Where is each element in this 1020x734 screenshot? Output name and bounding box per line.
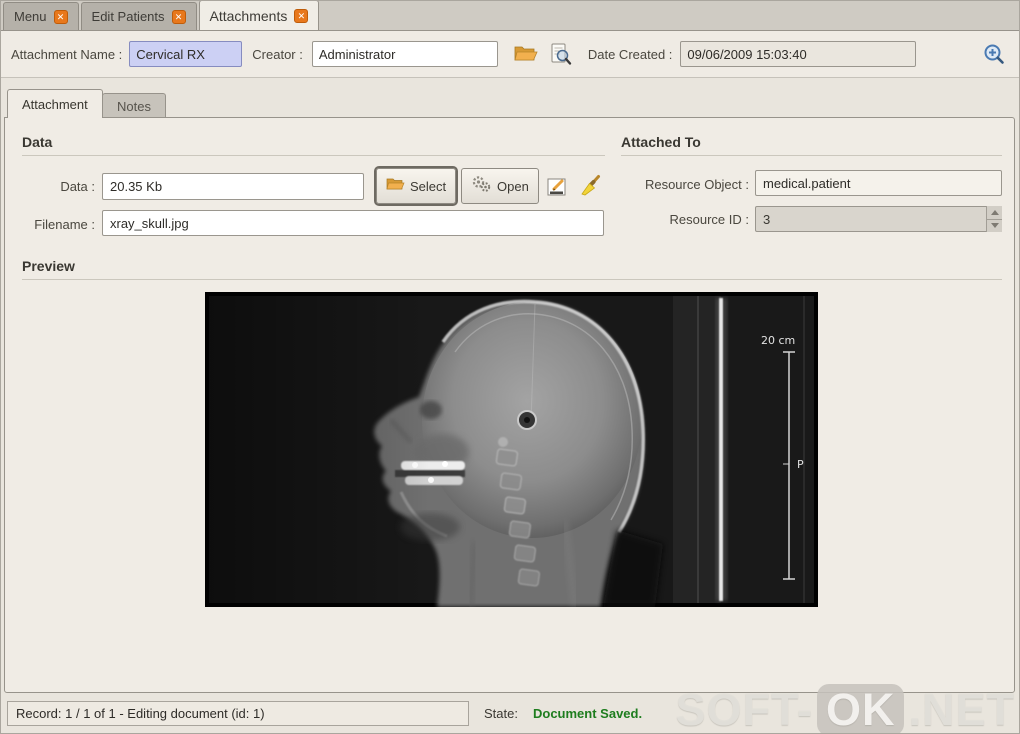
attachment-name-input[interactable] (129, 41, 243, 67)
tab-attachment[interactable]: Attachment (7, 89, 103, 118)
data-label: Data : (60, 179, 95, 194)
close-icon[interactable]: ✕ (171, 9, 186, 24)
zoom-in-icon[interactable] (979, 39, 1009, 69)
toolbar: Attachment Name : Creator : Date Created… (1, 31, 1019, 78)
gears-icon (471, 175, 492, 197)
state-value: Document Saved. (533, 706, 643, 721)
folder-icon (386, 177, 405, 195)
filename-input[interactable] (102, 210, 604, 236)
filename-label: Filename : (34, 217, 95, 232)
resource-object-label: Resource Object : (644, 177, 749, 192)
data-section-title: Data (22, 134, 53, 150)
select-button-label: Select (410, 178, 447, 194)
xray-posterior-label: P (797, 458, 804, 471)
record-status-box: Record: 1 / 1 of 1 - Editing document (i… (7, 701, 469, 726)
watermark-chip: OK (816, 684, 905, 733)
resource-object-input[interactable] (755, 170, 1002, 196)
watermark-text: SOFT- (675, 684, 813, 734)
resource-id-label: Resource ID : (669, 212, 749, 227)
spin-down-icon[interactable] (987, 219, 1002, 232)
preview-divider (22, 279, 1002, 280)
select-button[interactable]: Select (373, 166, 459, 206)
tab-menu[interactable]: Menu ✕ (3, 2, 79, 30)
data-size-input[interactable] (102, 173, 364, 200)
attachment-panel: Data Data : Select Open (4, 117, 1015, 693)
tab-notes-label: Notes (117, 98, 151, 114)
open-button[interactable]: Open (461, 168, 539, 204)
resource-id-input[interactable] (755, 206, 1002, 232)
tab-attachments[interactable]: Attachments ✕ (198, 1, 320, 30)
watermark-text: .NET (908, 684, 1015, 734)
watermark: SOFT- OK .NET (675, 684, 1015, 734)
record-status-text: Record: 1 / 1 of 1 - Editing document (i… (16, 706, 265, 721)
tab-notes[interactable]: Notes (102, 93, 166, 118)
edit-document-icon[interactable] (542, 172, 572, 202)
application-window: Menu ✕ Edit Patients ✕ Attachments ✕ Att… (0, 0, 1020, 734)
attachment-name-label: Attachment Name : (11, 46, 123, 62)
preview-section-title: Preview (22, 258, 75, 274)
tab-menu-label: Menu (14, 9, 47, 24)
tab-attachments-label: Attachments (209, 7, 288, 24)
date-created-input[interactable] (680, 41, 917, 67)
data-section-divider (22, 155, 605, 156)
tab-edit-patients-label: Edit Patients (91, 9, 165, 24)
creator-label: Creator : (252, 46, 303, 62)
clear-brush-icon[interactable] (575, 170, 605, 200)
close-icon[interactable]: ✕ (294, 8, 309, 23)
xray-preview-image: 20 cm P (205, 292, 818, 608)
open-button-label: Open (497, 178, 529, 194)
open-folder-icon[interactable] (510, 39, 540, 69)
attached-to-divider (621, 155, 1002, 156)
spinner-buttons[interactable] (986, 206, 1002, 232)
preview-document-icon[interactable] (546, 39, 576, 69)
creator-input[interactable] (311, 41, 498, 67)
tab-edit-patients[interactable]: Edit Patients ✕ (80, 2, 197, 30)
resource-id-spinner[interactable] (755, 206, 1002, 232)
attached-to-section-title: Attached To (621, 134, 701, 150)
date-created-label: Date Created : (587, 46, 673, 62)
state-label: State: (484, 706, 518, 721)
xray-scale-label: 20 cm (761, 334, 795, 347)
spin-up-icon[interactable] (987, 206, 1002, 220)
window-tab-strip: Menu ✕ Edit Patients ✕ Attachments ✕ (1, 1, 1019, 31)
tab-attachment-label: Attachment (22, 96, 88, 112)
close-icon[interactable]: ✕ (53, 9, 68, 24)
